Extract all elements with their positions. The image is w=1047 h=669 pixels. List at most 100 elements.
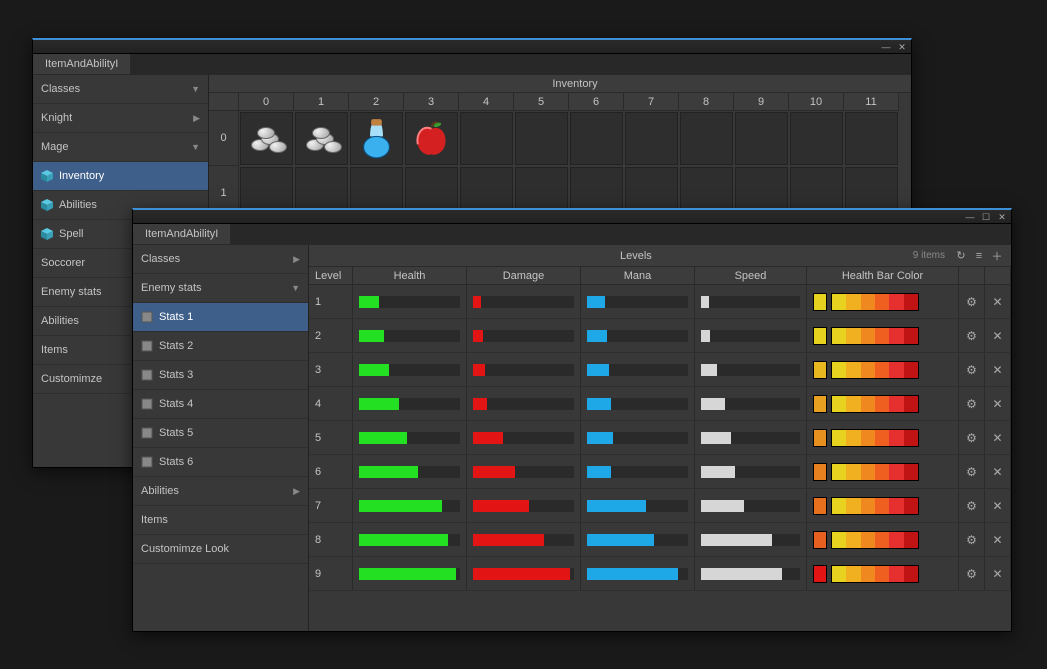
gear-icon[interactable]: ⚙ (966, 431, 977, 445)
progress-bar[interactable] (473, 330, 575, 342)
remove-icon[interactable]: ✕ (992, 329, 1002, 343)
progress-bar[interactable] (359, 500, 461, 512)
progress-bar[interactable] (587, 432, 689, 444)
remove-icon[interactable]: ✕ (992, 295, 1002, 309)
gradient-picker[interactable] (831, 361, 919, 379)
sidebar-stats-item[interactable]: Stats 3 (133, 361, 308, 390)
gear-icon[interactable]: ⚙ (966, 567, 977, 581)
progress-bar[interactable] (473, 466, 575, 478)
inventory-slot[interactable] (405, 112, 458, 165)
inventory-slot[interactable] (845, 112, 898, 165)
progress-bar[interactable] (473, 364, 575, 376)
gear-icon[interactable]: ⚙ (966, 499, 977, 513)
color-swatch[interactable] (813, 361, 827, 379)
gradient-picker[interactable] (831, 293, 919, 311)
gear-icon[interactable]: ⚙ (966, 533, 977, 547)
progress-bar[interactable] (587, 466, 689, 478)
progress-bar[interactable] (473, 534, 575, 546)
titlebar[interactable]: — ☐ ✕ (133, 210, 1011, 224)
remove-icon[interactable]: ✕ (992, 431, 1002, 445)
remove-icon[interactable]: ✕ (992, 397, 1002, 411)
sidebar-mage[interactable]: Mage▼ (33, 133, 208, 162)
inventory-slot[interactable] (460, 112, 513, 165)
gear-icon[interactable]: ⚙ (966, 465, 977, 479)
sidebar-classes[interactable]: Classes▶ (133, 245, 308, 274)
progress-bar[interactable] (701, 534, 801, 546)
progress-bar[interactable] (587, 568, 689, 580)
minimize-icon[interactable]: — (881, 42, 891, 52)
inventory-slot[interactable] (735, 112, 788, 165)
inventory-slot[interactable] (790, 112, 843, 165)
progress-bar[interactable] (473, 500, 575, 512)
sidebar-custom[interactable]: Customimze Look (133, 535, 308, 564)
progress-bar[interactable] (701, 500, 801, 512)
progress-bar[interactable] (359, 466, 461, 478)
sidebar-stats-item[interactable]: Stats 1 (133, 303, 308, 332)
progress-bar[interactable] (587, 364, 689, 376)
gradient-picker[interactable] (831, 497, 919, 515)
add-icon[interactable]: ＋ (989, 248, 1005, 264)
maximize-icon[interactable]: ☐ (981, 212, 991, 222)
sidebar-stats-item[interactable]: Stats 2 (133, 332, 308, 361)
tab-itemandability[interactable]: ItemAndAbilityI (33, 54, 131, 75)
inventory-slot[interactable] (295, 112, 348, 165)
inventory-slot[interactable] (680, 112, 733, 165)
sidebar-stats-item[interactable]: Stats 6 (133, 448, 308, 477)
sidebar-knight[interactable]: Knight▶ (33, 104, 208, 133)
sidebar-stats-item[interactable]: Stats 4 (133, 390, 308, 419)
progress-bar[interactable] (587, 330, 689, 342)
sidebar-stats-item[interactable]: Stats 5 (133, 419, 308, 448)
gear-icon[interactable]: ⚙ (966, 363, 977, 377)
gradient-picker[interactable] (831, 327, 919, 345)
progress-bar[interactable] (701, 466, 801, 478)
progress-bar[interactable] (701, 364, 801, 376)
color-swatch[interactable] (813, 497, 827, 515)
progress-bar[interactable] (359, 534, 461, 546)
progress-bar[interactable] (701, 330, 801, 342)
progress-bar[interactable] (587, 500, 689, 512)
progress-bar[interactable] (701, 296, 801, 308)
progress-bar[interactable] (359, 296, 461, 308)
progress-bar[interactable] (701, 398, 801, 410)
gear-icon[interactable]: ⚙ (966, 295, 977, 309)
list-icon[interactable]: ≡ (971, 248, 987, 264)
color-swatch[interactable] (813, 531, 827, 549)
tab-itemandability[interactable]: ItemAndAbilityI (133, 224, 231, 245)
inventory-slot[interactable] (240, 112, 293, 165)
progress-bar[interactable] (359, 568, 461, 580)
inventory-slot[interactable] (350, 112, 403, 165)
progress-bar[interactable] (473, 568, 575, 580)
remove-icon[interactable]: ✕ (992, 533, 1002, 547)
color-swatch[interactable] (813, 429, 827, 447)
gear-icon[interactable]: ⚙ (966, 397, 977, 411)
close-icon[interactable]: ✕ (997, 212, 1007, 222)
progress-bar[interactable] (359, 432, 461, 444)
inventory-slot[interactable] (570, 112, 623, 165)
progress-bar[interactable] (701, 432, 801, 444)
refresh-icon[interactable]: ↻ (953, 248, 969, 264)
gradient-picker[interactable] (831, 463, 919, 481)
progress-bar[interactable] (587, 534, 689, 546)
minimize-icon[interactable]: — (965, 212, 975, 222)
gradient-picker[interactable] (831, 565, 919, 583)
titlebar[interactable]: — ✕ (33, 40, 911, 54)
remove-icon[interactable]: ✕ (992, 499, 1002, 513)
sidebar-inventory[interactable]: Inventory (33, 162, 208, 191)
remove-icon[interactable]: ✕ (992, 363, 1002, 377)
gradient-picker[interactable] (831, 531, 919, 549)
progress-bar[interactable] (701, 568, 801, 580)
progress-bar[interactable] (473, 296, 575, 308)
sidebar-enemy[interactable]: Enemy stats▼ (133, 274, 308, 303)
progress-bar[interactable] (473, 398, 575, 410)
color-swatch[interactable] (813, 395, 827, 413)
sidebar-items[interactable]: Items (133, 506, 308, 535)
inventory-slot[interactable] (515, 112, 568, 165)
color-swatch[interactable] (813, 565, 827, 583)
gradient-picker[interactable] (831, 395, 919, 413)
sidebar-abilities[interactable]: Abilities▶ (133, 477, 308, 506)
remove-icon[interactable]: ✕ (992, 567, 1002, 581)
progress-bar[interactable] (587, 398, 689, 410)
inventory-slot[interactable] (625, 112, 678, 165)
remove-icon[interactable]: ✕ (992, 465, 1002, 479)
sidebar-classes[interactable]: Classes▼ (33, 75, 208, 104)
